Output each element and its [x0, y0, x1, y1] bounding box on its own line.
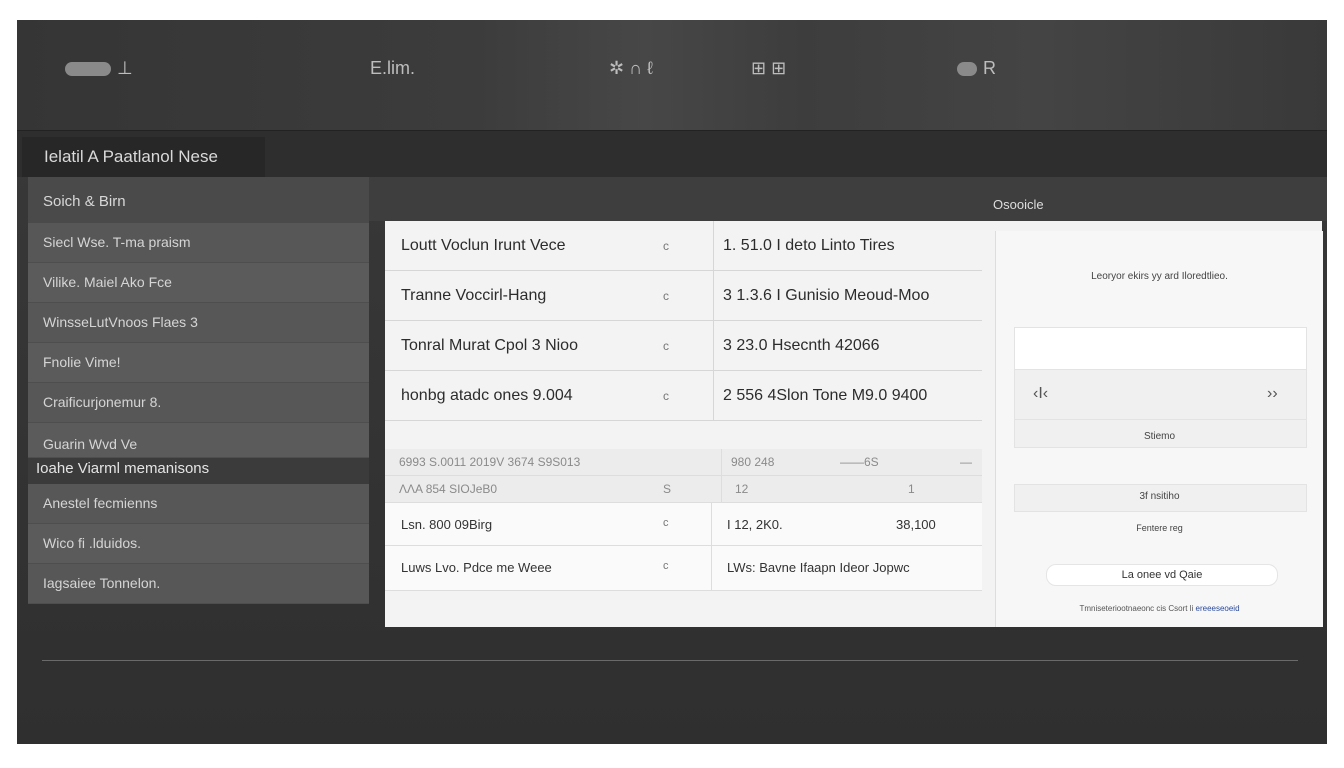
settings-cluster[interactable]: ✲ ∩ ℓ: [609, 58, 653, 79]
action-pill-button[interactable]: La onee vd Qaie: [1046, 564, 1278, 586]
subtable-head-cell: 980 248: [731, 455, 775, 469]
prev-button[interactable]: ‹I‹: [1033, 385, 1048, 403]
row-value: 2 556 4Slon Tone M9.0 9400: [713, 370, 982, 421]
account-control[interactable]: R: [957, 58, 996, 79]
sidebar-item[interactable]: Fnolie Vime!: [28, 343, 369, 383]
settings-cluster-icon: ✲ ∩ ℓ: [609, 58, 653, 78]
row-name: Tonral Murat Cpol 3 Nioo: [385, 320, 663, 371]
app-window: ⊥ E.lim. ✲ ∩ ℓ ⊞ ⊞ R Ielatil A Paatlanol…: [17, 20, 1327, 744]
subtable-header-row: 6993 S.0011 2019V 3674 S9S013 980 248 ——…: [385, 449, 982, 476]
row-value: I 12, 2K0.: [727, 517, 783, 532]
grid-icon: ⊞ ⊞: [751, 58, 787, 78]
table-row[interactable]: Tranne Voccirl-Hang c 3 1.3.6 I Gunisio …: [385, 270, 982, 321]
row-extra: 38,100: [896, 517, 936, 532]
footer-text: Tmniseteriootnaeonc cis Csort li: [1079, 604, 1196, 613]
sidebar-item[interactable]: Craificurjonemur 8.: [28, 383, 369, 423]
details-intro: Leoryor ekirs yy ard Iloredtlieo.: [1091, 271, 1228, 282]
subtable-head-cell: 6993 S.0011 2019V 3674 S9S013: [399, 455, 581, 469]
sidebar-group-label: Ioahe Viarml memanisons: [28, 458, 369, 484]
pager: ‹I‹ ››: [1014, 369, 1307, 421]
toggle-icon: [65, 61, 111, 76]
logo-icon: E.lim.: [370, 58, 415, 78]
row-value: 3 23.0 Hsecnth 42066: [713, 320, 982, 371]
row-marker: c: [663, 517, 669, 529]
row-marker: c: [663, 370, 714, 421]
sidebar-item[interactable]: WinsseLutVnoos Flaes 3: [28, 303, 369, 343]
row-marker: c: [663, 320, 714, 371]
row-value: LWs: Bavne Ifaapn Ideor Jopwc: [727, 560, 910, 575]
page-title[interactable]: Ielatil A Paatlanol Nese: [22, 137, 265, 177]
row-name: honbg atadc ones 9.004: [385, 370, 663, 421]
subtable-head-cell: ΛΛA 854 SIOJeB0: [399, 482, 498, 496]
main-header-label[interactable]: Osooicle: [993, 197, 1044, 212]
logo[interactable]: E.lim.: [370, 58, 415, 79]
subtable-header-row: ΛΛA 854 SIOJeB0 S 12 1: [385, 476, 982, 503]
row-marker: c: [663, 221, 714, 271]
sidebar-item[interactable]: Anestel fecmienns: [28, 484, 369, 524]
subtable-head-cell: 1: [908, 482, 915, 496]
details-panel: Leoryor ekirs yy ard Iloredtlieo. ‹I‹ ››…: [995, 231, 1323, 627]
content-panel: Loutt Voclun Irunt Vece c 1. 51.0 I deto…: [385, 221, 1323, 627]
column-divider: [721, 449, 722, 475]
sidebar-item[interactable]: Siecl Wse. T-ma praism: [28, 223, 369, 263]
column-divider: [711, 503, 712, 545]
top-toolbar: ⊥ E.lim. ✲ ∩ ℓ ⊞ ⊞ R: [17, 20, 1327, 131]
sidebar-item[interactable]: Guarin Wvd Ve: [28, 423, 369, 458]
subtable-head-cell: 12: [735, 482, 749, 496]
caption-label: 3f nsitiho: [1139, 491, 1180, 502]
row-name: Lsn. 800 09Birg: [401, 517, 493, 532]
sidebar-header[interactable]: Soich & Birn: [28, 177, 369, 223]
sidebar: Soich & Birn Siecl Wse. T-ma praism Vili…: [28, 177, 369, 604]
row-value: 3 1.3.6 I Gunisio Meoud-Moo: [713, 270, 982, 321]
caption-label: Fentere reg: [1136, 523, 1183, 533]
sidebar-item[interactable]: Wico fi .lduidos.: [28, 524, 369, 564]
main-header: Osooicle: [369, 177, 1327, 221]
row-marker: c: [663, 270, 714, 321]
caption-label: Stiemo: [1143, 431, 1176, 442]
table-row[interactable]: honbg atadc ones 9.004 c 2 556 4Slon Ton…: [385, 370, 982, 421]
row-name: Luws Lvo. Pdce me Weee: [401, 560, 552, 575]
account-icon: [957, 61, 977, 76]
grid-toggle[interactable]: ⊞ ⊞: [751, 58, 786, 79]
toggle-label: ⊥: [117, 58, 133, 78]
row-name: Tranne Voccirl-Hang: [385, 270, 663, 321]
row-marker: c: [663, 560, 669, 572]
column-divider: [721, 476, 722, 502]
subtable: 6993 S.0011 2019V 3674 S9S013 980 248 ——…: [385, 449, 982, 591]
subtable-head-cell: —: [960, 455, 972, 469]
sidebar-item[interactable]: Vilike. Maiel Ako Fce: [28, 263, 369, 303]
divider-line: [42, 660, 1298, 661]
row-value: 1. 51.0 I deto Linto Tires: [713, 221, 982, 271]
footer-link[interactable]: ereeeseoeid: [1196, 604, 1240, 613]
subtable-head-cell: S: [663, 482, 672, 496]
next-button[interactable]: ››: [1267, 385, 1278, 403]
details-footer: Tmniseteriootnaeonc cis Csort li ereeese…: [996, 604, 1323, 613]
table-row[interactable]: Lsn. 800 09Birg c I 12, 2K0. 38,100: [385, 503, 982, 546]
table-row[interactable]: Loutt Voclun Irunt Vece c 1. 51.0 I deto…: [385, 221, 982, 271]
details-input[interactable]: [1014, 327, 1307, 371]
column-divider: [711, 546, 712, 590]
row-name: Loutt Voclun Irunt Vece: [385, 221, 663, 271]
sidebar-item[interactable]: Iagsaiee Tonnelon.: [28, 564, 369, 604]
toggle-control[interactable]: ⊥: [65, 58, 133, 79]
data-table: Loutt Voclun Irunt Vece c 1. 51.0 I deto…: [385, 221, 982, 421]
sidebar-group-list: Anestel fecmienns Wico fi .lduidos. Iags…: [28, 484, 369, 604]
subtable-head-cell: ——6S: [840, 455, 879, 469]
sidebar-list: Siecl Wse. T-ma praism Vilike. Maiel Ako…: [28, 223, 369, 458]
table-row[interactable]: Luws Lvo. Pdce me Weee c LWs: Bavne Ifaa…: [385, 546, 982, 591]
table-row[interactable]: Tonral Murat Cpol 3 Nioo c 3 23.0 Hsecnt…: [385, 320, 982, 371]
account-label: R: [983, 58, 996, 78]
